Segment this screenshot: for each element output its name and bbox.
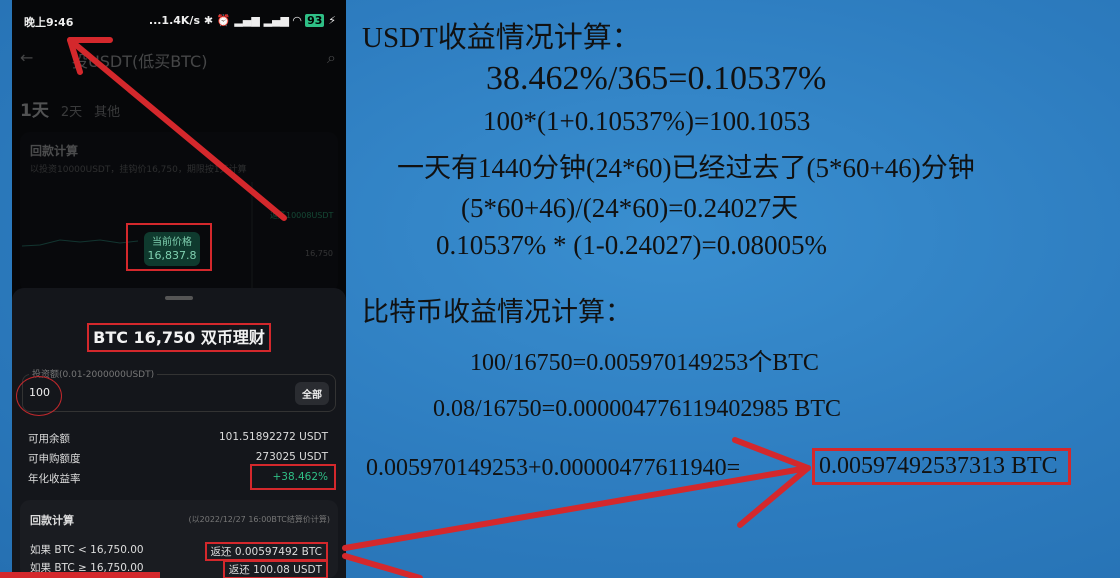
arrow-to-result	[342, 465, 811, 551]
annotation-arrows	[0, 37, 811, 578]
arrow-to-time	[67, 37, 287, 221]
